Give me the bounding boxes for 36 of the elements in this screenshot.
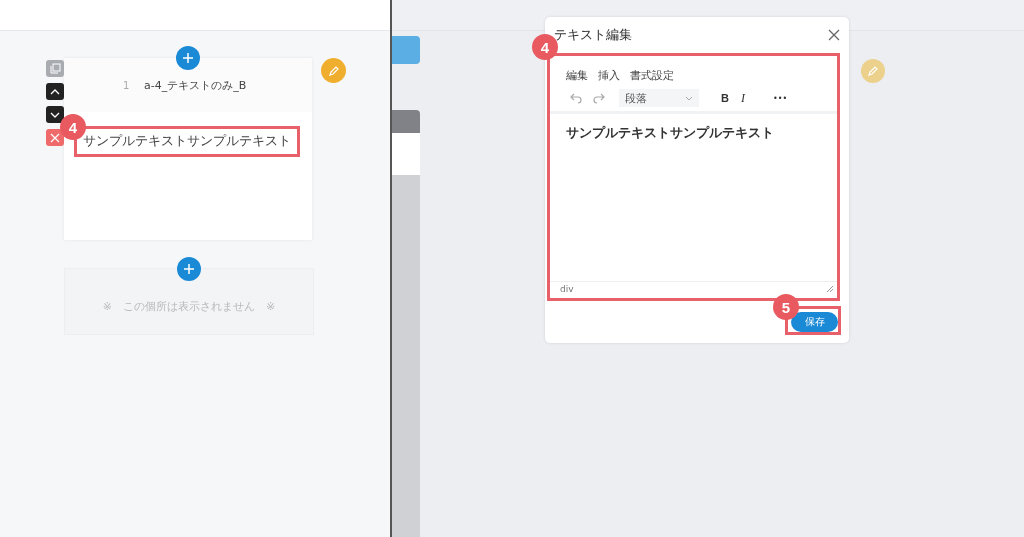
copy-icon bbox=[49, 63, 61, 74]
redo-icon bbox=[591, 92, 605, 104]
chevron-down-icon bbox=[50, 111, 60, 118]
resize-grip-icon[interactable] bbox=[827, 286, 833, 292]
element-path: div bbox=[560, 284, 574, 294]
italic-button[interactable]: I bbox=[740, 90, 745, 106]
save-button[interactable]: 保存 bbox=[791, 312, 838, 332]
copy-button[interactable] bbox=[46, 60, 64, 77]
move-up-button[interactable] bbox=[46, 83, 64, 100]
pencil-icon bbox=[867, 65, 879, 77]
menu-item[interactable]: 書式設定 bbox=[630, 65, 674, 85]
bold-button[interactable]: B bbox=[721, 92, 729, 104]
pencil-icon bbox=[327, 64, 340, 77]
close-icon bbox=[50, 132, 60, 143]
add-button[interactable] bbox=[177, 257, 201, 281]
edit-button[interactable] bbox=[321, 58, 346, 83]
add-button[interactable] bbox=[176, 46, 200, 70]
plus-icon bbox=[182, 52, 194, 64]
close-icon bbox=[828, 29, 840, 41]
menu-item[interactable]: 編集 bbox=[566, 65, 588, 85]
move-down-button[interactable] bbox=[46, 106, 64, 123]
edit-button[interactable] bbox=[861, 59, 885, 83]
block-number: 1 bbox=[123, 79, 131, 91]
chevron-up-icon bbox=[50, 88, 60, 95]
editor-text: サンプルテキストサンプルテキスト bbox=[566, 125, 774, 140]
undo-icon bbox=[569, 92, 583, 104]
more-button[interactable]: ••• bbox=[772, 93, 788, 103]
step-badge: 5 bbox=[773, 294, 799, 320]
menu-item[interactable]: 挿入 bbox=[598, 65, 620, 85]
block-title: a-4_テキストのみ_B bbox=[144, 77, 247, 93]
chevron-down-icon bbox=[685, 95, 693, 101]
editor-area[interactable]: サンプルテキストサンプルテキスト bbox=[550, 114, 837, 281]
close-button[interactable] bbox=[827, 28, 841, 42]
delete-button[interactable] bbox=[46, 129, 64, 146]
format-select[interactable]: 段落 bbox=[619, 89, 699, 107]
plus-icon bbox=[183, 263, 195, 275]
